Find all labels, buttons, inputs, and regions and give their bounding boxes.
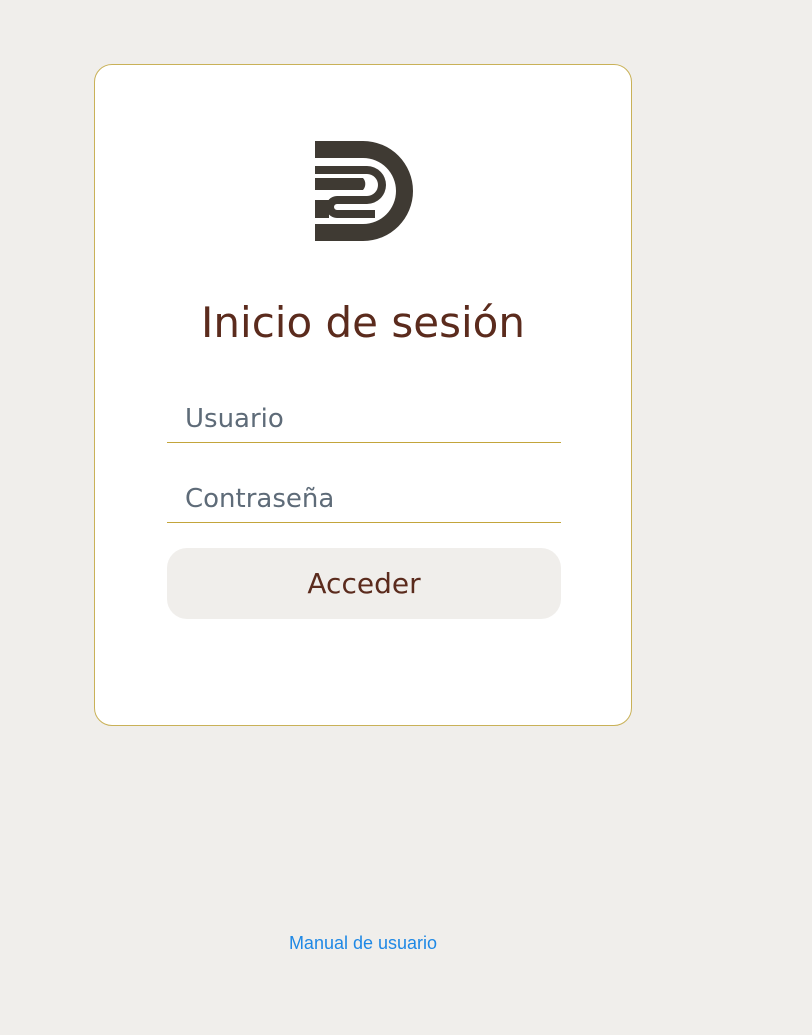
page-title: Inicio de sesión: [201, 298, 525, 347]
username-field: [167, 395, 561, 443]
login-button[interactable]: Acceder: [167, 548, 561, 619]
username-input[interactable]: [167, 395, 561, 442]
brand-logo-icon: [311, 140, 413, 242]
password-input[interactable]: [167, 475, 561, 522]
password-field: [167, 475, 561, 523]
login-card: Inicio de sesión Acceder: [94, 64, 632, 726]
user-manual-link[interactable]: Manual de usuario: [0, 933, 726, 954]
